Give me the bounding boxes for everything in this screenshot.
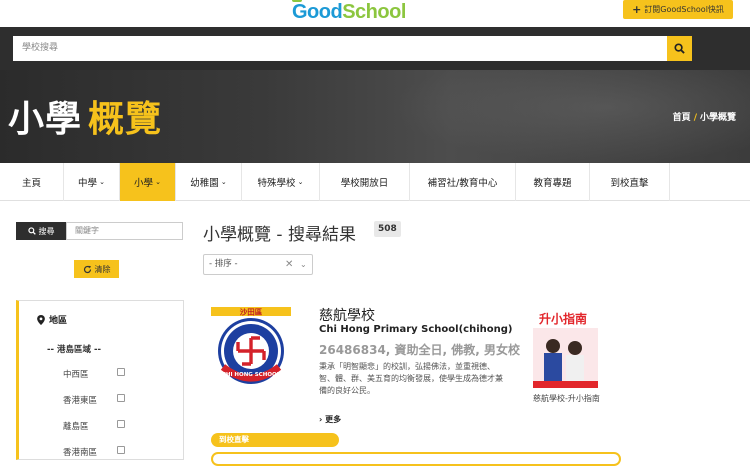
sort-select[interactable]: - 排序 - ✕ ⌄ [203, 254, 313, 275]
plus-icon: + [632, 3, 642, 16]
chevron-down-icon: ⌄ [220, 178, 227, 186]
nav-item-secondary[interactable]: 中學 ⌄ [64, 163, 120, 201]
school-more-link[interactable]: › 更多 [319, 414, 341, 425]
more-link-label: 更多 [325, 415, 342, 424]
school-info: 26486834, 資助全日, 佛教, 男女校 [319, 343, 521, 357]
clear-filters-button[interactable]: 清除 [74, 260, 119, 278]
chevron-down-icon: ⌄ [155, 178, 161, 186]
nav-label: 特殊學校 [257, 178, 296, 189]
results-title: 小學概覽 - 搜尋結果 [203, 225, 356, 245]
map-marker-icon [37, 314, 45, 325]
school-description: 秉承「明智顯悲」的校訓，弘揚佛法，並重視德、智、體、群、美五育的均衡發展，使學生… [319, 362, 503, 395]
nav-item-kindergarten[interactable]: 幼稚園 ⌄ [176, 163, 242, 201]
keyword-input[interactable]: 關鍵字 [66, 222, 183, 240]
school-guide-title: 升小指南 [539, 311, 587, 326]
district-label: 離島區 [63, 422, 89, 432]
school-search-bar: 學校搜尋 [0, 27, 750, 70]
keyword-search-button[interactable]: 搜尋 [16, 222, 66, 240]
district-filter-title: 地區 [37, 313, 67, 326]
district-group-label: -- 港島區域 -- [47, 345, 102, 355]
logo-text-school: School [342, 1, 406, 23]
clear-filters-label: 清除 [94, 264, 111, 274]
results-count-badge: 508 [374, 221, 401, 237]
nav-label: 到校直擊 [610, 178, 649, 189]
sort-select-value: - 排序 - [209, 259, 238, 269]
page-title-accent: 概覽 [88, 99, 163, 140]
page-title-main: 小學 [8, 99, 83, 140]
school-name-zh[interactable]: 慈航學校 [319, 305, 375, 325]
nav-label: 主頁 [21, 178, 41, 189]
nav-label: 中學 [78, 178, 98, 189]
district-checkbox-southern[interactable] [117, 446, 125, 454]
school-visit-box [211, 452, 621, 466]
school-visit-tab[interactable]: 到校直擊 [211, 433, 339, 447]
district-filter-label: 地區 [49, 316, 68, 326]
keyword-search-label: 搜尋 [38, 226, 55, 236]
page-title: 小學 概覽 [8, 90, 162, 142]
school-name-en[interactable]: Chi Hong Primary School(chihong) [319, 324, 512, 335]
nav-item-special-schools[interactable]: 特殊學校 ⌄ [242, 163, 320, 201]
main-nav: 主頁 中學 ⌄ 小學 ⌄ 幼稚園 ⌄ 特殊學校 ⌄ 學校開放日 補習社/教育中心 教育專… [0, 163, 750, 201]
school-search-input[interactable]: 學校搜尋 [13, 36, 667, 61]
subscribe-label: 訂閱GoodSchool快訊 [644, 5, 724, 14]
district-badge: 沙田區 [240, 308, 263, 317]
nav-label: 學校開放日 [340, 178, 389, 189]
school-guide-thumbnail[interactable]: 升小指南 [533, 306, 598, 388]
clear-sort-icon[interactable]: ✕ [285, 255, 293, 274]
nav-item-school-visits[interactable]: 到校直擊 [590, 163, 670, 201]
subscribe-newsletter-button[interactable]: + 訂閱GoodSchool快訊 [623, 0, 733, 19]
nav-label: 補習社/教育中心 [427, 178, 498, 189]
nav-label: 小學 [134, 178, 154, 189]
top-bar: GoodSchool + 訂閱GoodSchool快訊 [0, 0, 750, 27]
district-filter-panel: 地區 -- 港島區域 -- 中西區 香港東區 離島區 香港南區 [16, 300, 184, 460]
district-checkbox-eastern[interactable] [117, 394, 125, 402]
school-search-button[interactable] [667, 36, 692, 61]
school-logo[interactable]: 沙田區 CHI HONG SCHOOL [211, 307, 291, 385]
goodschool-logo[interactable]: GoodSchool [292, 0, 406, 23]
district-checkbox-islands[interactable] [117, 420, 125, 428]
page-banner: 小學 概覽 首頁 / 小學概覽 [0, 70, 750, 163]
logo-text-good: Good [292, 1, 343, 23]
nav-item-primary[interactable]: 小學 ⌄ [120, 163, 176, 201]
logo-cap-mark [292, 0, 302, 2]
school-visit-label: 到校直擊 [219, 435, 249, 444]
breadcrumb: 首頁 / 小學概覽 [673, 110, 736, 123]
nav-label: 教育專題 [533, 178, 572, 189]
nav-item-open-day[interactable]: 學校開放日 [320, 163, 410, 201]
search-icon [27, 227, 36, 235]
chevron-down-icon: ⌄ [300, 260, 307, 269]
chevron-down-icon: ⌄ [297, 178, 304, 186]
chevron-right-icon: › [319, 415, 323, 424]
chevron-down-icon: ⌄ [99, 178, 105, 186]
breadcrumb-current: 小學概覽 [699, 113, 736, 123]
breadcrumb-separator: / [693, 113, 697, 123]
district-checkbox-central-western[interactable] [117, 368, 125, 376]
nav-item-tutorial-centres[interactable]: 補習社/教育中心 [410, 163, 516, 201]
district-label: 香港南區 [63, 448, 98, 458]
nav-item-education-topics[interactable]: 教育專題 [516, 163, 590, 201]
district-label: 中西區 [63, 370, 89, 380]
nav-label: 幼稚園 [190, 178, 219, 189]
breadcrumb-home-link[interactable]: 首頁 [673, 113, 691, 123]
school-logo-text: CHI HONG SCHOOL [222, 372, 281, 378]
school-guide-caption[interactable]: 慈航學校-升小指南 [533, 393, 600, 404]
district-label: 香港東區 [63, 396, 98, 406]
search-icon [674, 43, 685, 54]
refresh-icon [83, 265, 91, 273]
nav-item-home[interactable]: 主頁 [0, 163, 64, 201]
